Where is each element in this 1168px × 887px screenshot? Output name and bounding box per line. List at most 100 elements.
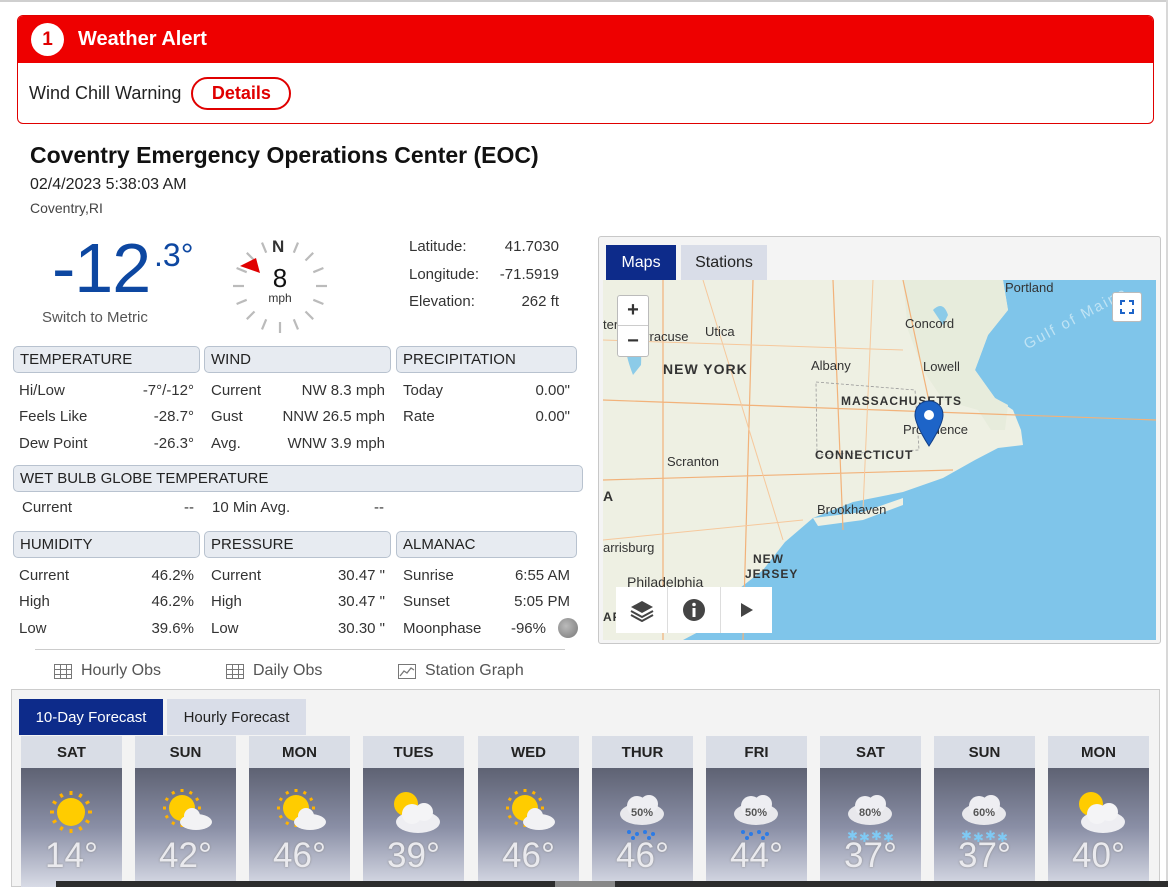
switch-metric-link[interactable]: Switch to Metric: [42, 309, 148, 326]
forecast-day-card[interactable]: TUES 39°: [363, 736, 464, 887]
precip-probability: 50%: [631, 807, 653, 819]
zoom-in-button[interactable]: +: [618, 296, 648, 326]
row-label: High: [211, 593, 242, 611]
map-panel: Maps Stations Portland Concord Utica yra…: [598, 236, 1161, 644]
partly-cloudy-icon: [506, 789, 555, 830]
forecast-day-name: SUN: [934, 736, 1035, 768]
forecast-day-body: 46°: [249, 768, 350, 887]
row-value: -96%: [510, 619, 546, 637]
row-value: 5:05 PM: [514, 593, 570, 611]
alert-details-button[interactable]: Details: [191, 76, 292, 110]
forecast-day-card[interactable]: MON 40°: [1048, 736, 1149, 887]
hourly-obs-link[interactable]: Hourly Obs: [54, 662, 161, 680]
map-label: Portland: [1005, 280, 1054, 295]
forecast-day-card[interactable]: THUR 50% 46°: [592, 736, 693, 887]
row-label: Dew Point: [19, 434, 88, 452]
forecast-day-body: ✱ ✱ ✱ ✱ 60% 37°: [934, 768, 1035, 887]
humidity-panel-header: HUMIDITY: [13, 531, 200, 558]
sun-icon: [50, 791, 92, 833]
info-icon[interactable]: [668, 587, 721, 633]
row-label: Moonphase: [403, 619, 482, 637]
map-label: Albany: [811, 358, 851, 373]
row-value: WNW 3.9 mph: [287, 434, 385, 452]
forecast-day-card[interactable]: SAT 14°: [21, 736, 122, 887]
forecast-day-card[interactable]: WED 46°: [478, 736, 579, 887]
precip-probability: 50%: [745, 807, 767, 819]
row-value: 30.47 ": [337, 593, 385, 611]
row-label: Hi/Low: [19, 381, 65, 399]
location-pin-icon[interactable]: [913, 400, 945, 448]
forecast-day-card[interactable]: MON 46°: [249, 736, 350, 887]
row-value: 46.2%: [151, 593, 194, 611]
coordinates: Latitude: 41.7030 Longitude: -71.5919 Elev…: [409, 233, 559, 316]
map-label: Brookhaven: [817, 502, 887, 517]
table-row: Moonphase -96%: [403, 615, 578, 642]
map-toolbar: [616, 587, 772, 633]
play-icon[interactable]: [721, 587, 772, 633]
forecast-day-card[interactable]: SUN 42°: [135, 736, 236, 887]
latitude-label: Latitude:: [409, 238, 467, 256]
table-row: Rate 0.00": [403, 404, 570, 431]
current-temperature: -12: [52, 229, 151, 307]
map-label: Scranton: [667, 454, 720, 469]
table-row: Avg. WNW 3.9 mph: [211, 430, 385, 457]
forecast-day-card[interactable]: SUN ✱ ✱ ✱ ✱ 60% 37°: [934, 736, 1035, 887]
row-label: Current: [211, 566, 262, 584]
elevation-label: Elevation:: [409, 293, 475, 311]
wind-panel-header: WIND: [204, 346, 391, 373]
daily-obs-link[interactable]: Daily Obs: [226, 662, 322, 680]
row-label: Sunrise: [403, 566, 454, 584]
forecast-day-temp: 44°: [730, 836, 783, 875]
forecast-day-name: WED: [478, 736, 579, 768]
wbgt-average: 10 Min Avg. --: [212, 494, 384, 521]
forecast-day-body: 46°: [478, 768, 579, 887]
wbgt-panel-header: WET BULB GLOBE TEMPERATURE: [13, 465, 583, 492]
forecast-day-body: 40°: [1048, 768, 1149, 887]
forecast-day-card[interactable]: FRI 50% 44°: [706, 736, 807, 887]
table-icon: [226, 663, 244, 679]
forecast-day-temp: 46°: [502, 836, 555, 875]
pressure-rows: Current 30.47 " High 30.47 " Low 30.30 ": [211, 562, 385, 642]
forecast-day-name: TUES: [363, 736, 464, 768]
precip-probability: 60%: [973, 807, 995, 819]
latitude-row: Latitude: 41.7030: [409, 233, 559, 261]
row-label: 10 Min Avg.: [212, 498, 291, 516]
row-value: 46.2%: [151, 566, 194, 584]
forecast-day-body: 42°: [135, 768, 236, 887]
table-row: Today 0.00": [403, 377, 570, 404]
tab-10-day-forecast[interactable]: 10-Day Forecast: [19, 699, 163, 735]
forecast-day-name: MON: [1048, 736, 1149, 768]
forecast-day-card[interactable]: SAT ✱ ✱ ✱ ✱ 80% 37°: [820, 736, 921, 887]
table-row: Current NW 8.3 mph: [211, 377, 385, 404]
forecast-day-temp: 42°: [159, 836, 212, 875]
link-label: Daily Obs: [253, 662, 323, 679]
forecast-day-body: ✱ ✱ ✱ ✱ 80% 37°: [820, 768, 921, 887]
wind-speed-unit: mph: [268, 291, 292, 305]
tab-hourly-forecast[interactable]: Hourly Forecast: [167, 699, 306, 735]
map-label: Utica: [705, 324, 735, 339]
table-row: 10 Min Avg. --: [212, 494, 384, 521]
row-value: 30.47 ": [337, 566, 385, 584]
map-canvas[interactable]: Portland Concord Utica yracuse Albany NE…: [603, 280, 1156, 640]
forecast-day-name: FRI: [706, 736, 807, 768]
elevation-row: Elevation: 262 ft: [409, 288, 559, 316]
tab-stations[interactable]: Stations: [681, 245, 767, 280]
snow-icon: ✱ ✱ ✱ ✱80%: [847, 795, 894, 844]
row-label: Feels Like: [19, 408, 88, 426]
map-label: ter: [603, 317, 619, 332]
forecast-day-temp: 37°: [844, 836, 897, 875]
alert-count-badge: 1: [31, 23, 64, 56]
scrollbar-thumb[interactable]: [555, 881, 615, 887]
row-label: Today: [403, 381, 444, 399]
latitude-value: 41.7030: [504, 238, 559, 256]
layers-icon[interactable]: [616, 587, 669, 633]
forecast-day-name: THUR: [592, 736, 693, 768]
current-temperature-decimal: .3°: [154, 237, 194, 273]
tab-maps[interactable]: Maps: [606, 245, 676, 280]
table-row: High 30.47 ": [211, 589, 385, 616]
fullscreen-icon[interactable]: [1112, 292, 1142, 322]
station-graph-link[interactable]: Station Graph: [398, 662, 524, 680]
zoom-out-button[interactable]: −: [618, 326, 648, 356]
table-row: Gust NNW 26.5 mph: [211, 404, 385, 431]
forecast-day-temp: 37°: [958, 836, 1011, 875]
